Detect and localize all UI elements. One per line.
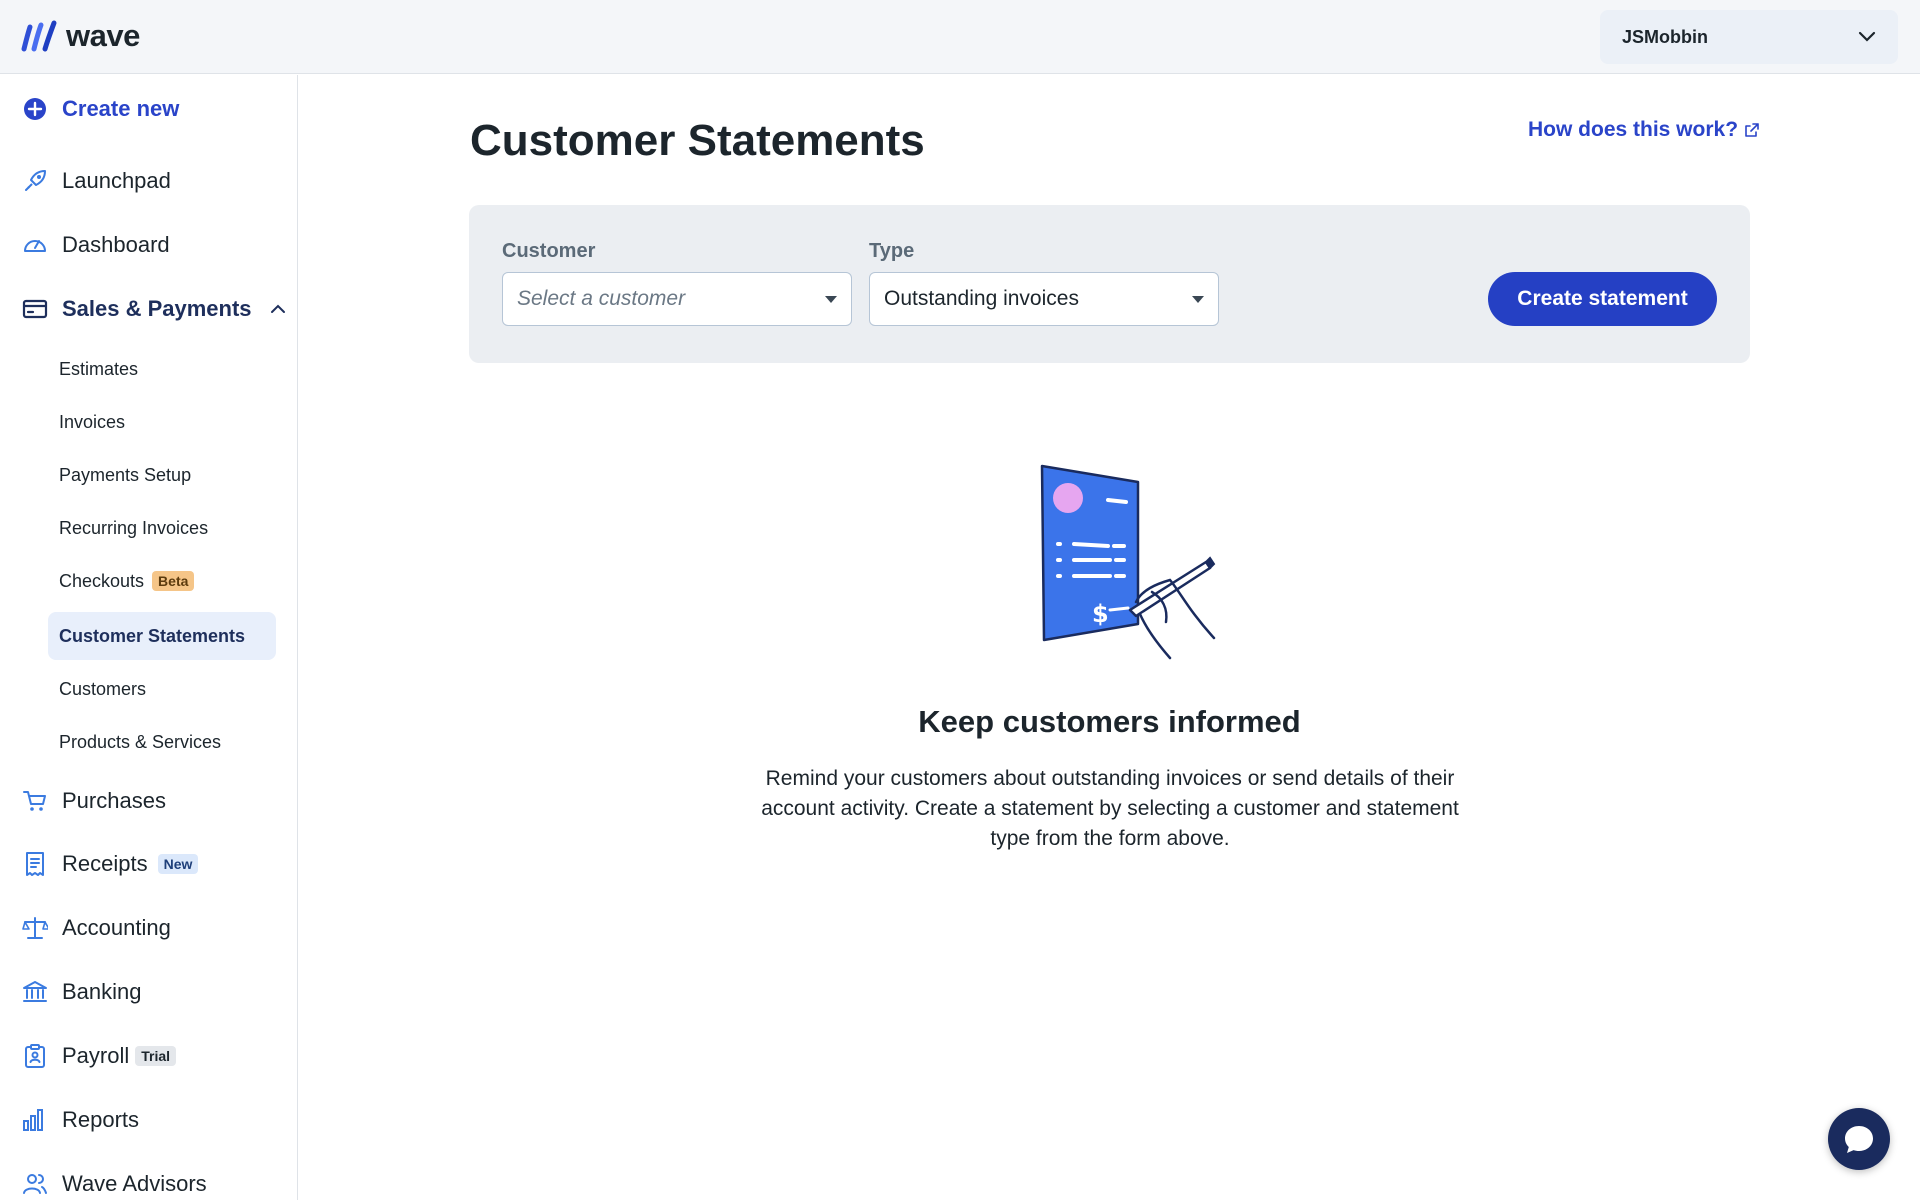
sidebar-item-products-services[interactable]: Products & Services (48, 718, 276, 766)
sidebar-item-label: Launchpad (62, 168, 171, 193)
caret-down-icon (825, 295, 837, 303)
empty-state-description: Remind your customers about outstanding … (761, 767, 1459, 850)
sidebar-item-purchases[interactable]: Purchases (22, 781, 166, 821)
sidebar-item-label: Sales & Payments (62, 296, 252, 321)
help-link[interactable]: How does this work? (1528, 118, 1760, 142)
sidebar-item-label: Checkouts (59, 570, 145, 591)
caret-down-icon (1192, 295, 1204, 303)
wave-logo-text: wave (66, 18, 140, 53)
type-select-value: Outstanding invoices (884, 287, 1079, 310)
sidebar-item-banking[interactable]: Banking (22, 972, 142, 1012)
bank-icon (22, 979, 48, 1005)
statement-illustration: $ (1040, 464, 1216, 660)
chevron-up-icon[interactable] (270, 304, 286, 314)
account-name: JSMobbin (1622, 26, 1708, 47)
sidebar-item-label: Products & Services (59, 731, 222, 752)
customer-field-label: Customer (502, 240, 596, 262)
empty-state-title: Keep customers informed (469, 704, 1750, 740)
gauge-icon (22, 232, 48, 258)
sidebar-item-label: Wave Advisors (62, 1171, 207, 1196)
sidebar-item-label: Customers (59, 678, 147, 699)
sidebar-item-label: Payroll (62, 1043, 130, 1068)
sidebar-item-label: Banking (62, 979, 142, 1004)
sidebar-item-checkouts[interactable]: Checkouts Beta (48, 557, 276, 605)
shopping-cart-icon (22, 788, 48, 814)
wave-logo[interactable]: wave (20, 18, 140, 54)
sidebar-item-create-new[interactable]: Create new (22, 89, 179, 129)
sidebar-item-payments-setup[interactable]: Payments Setup (48, 451, 276, 499)
sidebar-item-label: Purchases (62, 788, 166, 813)
wave-logo-icon (21, 20, 57, 52)
sidebar-item-label: Invoices (59, 411, 126, 432)
customer-select-placeholder: Select a customer (517, 287, 686, 310)
clipboard-user-icon (22, 1043, 48, 1069)
customer-select[interactable]: Select a customer (502, 272, 852, 326)
sidebar-item-label: Reports (62, 1107, 140, 1132)
sidebar-item-accounting[interactable]: Accounting (22, 908, 171, 948)
account-switcher[interactable]: JSMobbin (1600, 10, 1898, 64)
plus-circle-icon (22, 96, 48, 122)
sidebar-item-estimates[interactable]: Estimates (48, 345, 276, 393)
empty-state-title-text: Keep customers informed (918, 704, 1301, 739)
sidebar-item-invoices[interactable]: Invoices (48, 398, 276, 446)
sidebar-item-dashboard[interactable]: Dashboard (22, 225, 170, 265)
new-badge: New (157, 854, 199, 874)
sidebar-item-sales-payments[interactable]: Sales & Payments (22, 289, 286, 329)
top-bar: wave JSMobbin (0, 0, 1920, 74)
sidebar: Create new Launchpad Dashboard Sales & P… (0, 75, 298, 1200)
scale-icon (22, 915, 48, 941)
credit-card-icon (22, 296, 48, 322)
sidebar-item-label: Estimates (59, 358, 139, 379)
chat-button[interactable] (1828, 1108, 1890, 1170)
type-field-label: Type (869, 240, 915, 262)
sidebar-item-label: Create new (62, 96, 180, 121)
sidebar-item-reports[interactable]: Reports (22, 1100, 139, 1140)
sidebar-item-receipts[interactable]: Receipts New (22, 844, 199, 884)
sidebar-item-label: Recurring Invoices (59, 517, 209, 538)
bar-chart-icon (22, 1107, 48, 1133)
sidebar-item-label: Receipts (62, 851, 148, 876)
sidebar-item-recurring-invoices[interactable]: Recurring Invoices (48, 504, 276, 552)
external-link-icon (1745, 123, 1759, 137)
sidebar-item-launchpad[interactable]: Launchpad (22, 161, 171, 201)
chat-bubble-icon (1845, 1126, 1873, 1153)
beta-badge: Beta (152, 571, 195, 591)
sidebar-item-payroll[interactable]: Payroll Trial (22, 1036, 177, 1076)
trial-badge: Trial (135, 1046, 177, 1066)
receipt-icon (22, 851, 48, 877)
chevron-down-icon (1858, 31, 1876, 42)
page-title: Customer Statements (470, 116, 925, 165)
type-select[interactable]: Outstanding invoices (869, 272, 1219, 326)
rocket-icon (22, 168, 48, 194)
sidebar-item-wave-advisors[interactable]: Wave Advisors (22, 1164, 207, 1204)
sidebar-item-label: Dashboard (62, 232, 170, 257)
svg-text:$: $ (1092, 600, 1109, 628)
sidebar-item-label: Customer Statements (59, 625, 246, 646)
sidebar-item-label: Payments Setup (59, 464, 192, 485)
create-statement-button[interactable]: Create statement (1488, 272, 1717, 326)
sidebar-item-label: Accounting (62, 915, 171, 940)
help-link-text: How does this work? (1528, 118, 1739, 141)
sidebar-item-customers[interactable]: Customers (48, 665, 276, 713)
users-icon (22, 1171, 48, 1197)
sidebar-item-customer-statements[interactable]: Customer Statements (48, 612, 276, 660)
